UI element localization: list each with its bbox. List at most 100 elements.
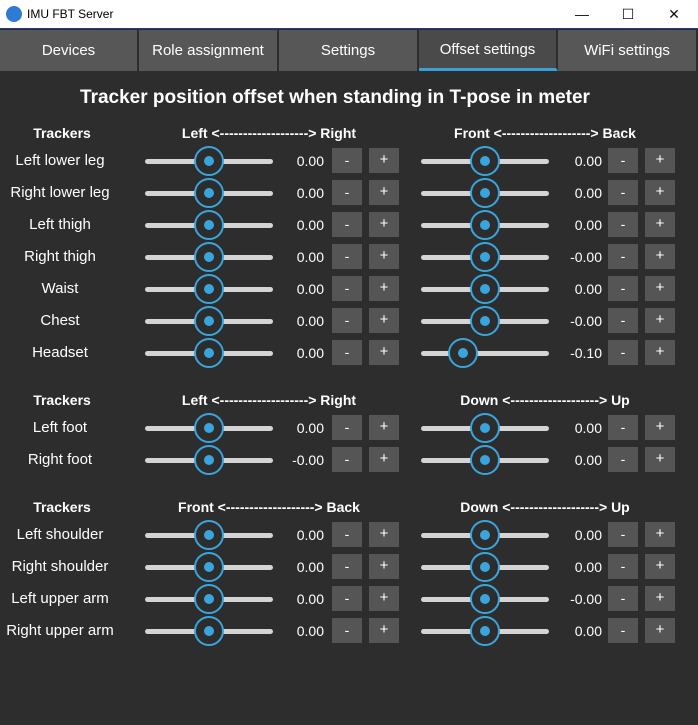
decrement-button[interactable]: - [608,586,638,611]
decrement-button[interactable]: - [332,308,362,333]
increment-button[interactable]: + [369,522,399,547]
increment-button[interactable]: + [645,244,675,269]
decrement-button[interactable]: - [332,148,362,173]
increment-button[interactable]: + [645,554,675,579]
offset-slider[interactable] [421,445,549,475]
offset-slider[interactable] [421,146,549,176]
decrement-button[interactable]: - [332,522,362,547]
increment-button[interactable]: + [369,212,399,237]
slider-thumb[interactable] [194,584,224,614]
slider-thumb[interactable] [194,242,224,272]
slider-thumb[interactable] [194,338,224,368]
decrement-button[interactable]: - [332,276,362,301]
increment-button[interactable]: + [645,586,675,611]
increment-button[interactable]: + [369,618,399,643]
offset-slider[interactable] [145,552,273,582]
offset-slider[interactable] [421,413,549,443]
increment-button[interactable]: + [369,244,399,269]
increment-button[interactable]: + [645,618,675,643]
increment-button[interactable]: + [645,308,675,333]
slider-thumb[interactable] [470,242,500,272]
offset-slider[interactable] [145,274,273,304]
offset-slider[interactable] [421,552,549,582]
decrement-button[interactable]: - [608,276,638,301]
slider-thumb[interactable] [470,552,500,582]
decrement-button[interactable]: - [332,447,362,472]
slider-thumb[interactable] [194,413,224,443]
offset-slider[interactable] [421,520,549,550]
maximize-button[interactable]: ☐ [605,0,651,28]
offset-slider[interactable] [421,338,549,368]
slider-thumb[interactable] [194,178,224,208]
decrement-button[interactable]: - [332,586,362,611]
tab-role-assignment[interactable]: Role assignment [139,30,279,71]
offset-slider[interactable] [145,445,273,475]
decrement-button[interactable]: - [608,618,638,643]
offset-slider[interactable] [145,413,273,443]
increment-button[interactable]: + [369,447,399,472]
slider-thumb[interactable] [194,210,224,240]
offset-slider[interactable] [145,146,273,176]
offset-slider[interactable] [421,616,549,646]
offset-slider[interactable] [421,210,549,240]
increment-button[interactable]: + [369,148,399,173]
slider-thumb[interactable] [470,210,500,240]
increment-button[interactable]: + [645,276,675,301]
decrement-button[interactable]: - [332,244,362,269]
decrement-button[interactable]: - [332,554,362,579]
slider-thumb[interactable] [194,552,224,582]
decrement-button[interactable]: - [608,447,638,472]
offset-slider[interactable] [421,584,549,614]
tab-settings[interactable]: Settings [279,30,419,71]
increment-button[interactable]: + [369,180,399,205]
increment-button[interactable]: + [645,180,675,205]
slider-thumb[interactable] [194,445,224,475]
increment-button[interactable]: + [645,148,675,173]
slider-thumb[interactable] [194,306,224,336]
slider-thumb[interactable] [470,520,500,550]
slider-thumb[interactable] [448,338,479,368]
offset-slider[interactable] [145,520,273,550]
close-button[interactable]: ✕ [651,0,697,28]
decrement-button[interactable]: - [608,308,638,333]
slider-thumb[interactable] [470,413,500,443]
slider-thumb[interactable] [470,584,500,614]
offset-slider[interactable] [421,242,549,272]
increment-button[interactable]: + [645,522,675,547]
decrement-button[interactable]: - [332,618,362,643]
tab-devices[interactable]: Devices [0,30,139,71]
decrement-button[interactable]: - [332,415,362,440]
offset-slider[interactable] [145,338,273,368]
increment-button[interactable]: + [369,276,399,301]
tab-wifi-settings[interactable]: WiFi settings [558,30,698,71]
increment-button[interactable]: + [369,308,399,333]
minimize-button[interactable]: — [559,0,605,28]
decrement-button[interactable]: - [332,212,362,237]
slider-thumb[interactable] [194,146,224,176]
slider-thumb[interactable] [470,146,500,176]
decrement-button[interactable]: - [608,148,638,173]
decrement-button[interactable]: - [332,340,362,365]
offset-slider[interactable] [145,616,273,646]
decrement-button[interactable]: - [608,180,638,205]
slider-thumb[interactable] [470,274,500,304]
slider-thumb[interactable] [194,520,224,550]
slider-thumb[interactable] [470,306,500,336]
slider-thumb[interactable] [470,616,500,646]
increment-button[interactable]: + [369,340,399,365]
offset-slider[interactable] [145,242,273,272]
increment-button[interactable]: + [645,212,675,237]
scrollbar[interactable] [686,73,698,725]
offset-slider[interactable] [421,274,549,304]
offset-slider[interactable] [145,306,273,336]
increment-button[interactable]: + [369,554,399,579]
increment-button[interactable]: + [369,586,399,611]
decrement-button[interactable]: - [608,554,638,579]
offset-slider[interactable] [421,306,549,336]
decrement-button[interactable]: - [332,180,362,205]
decrement-button[interactable]: - [608,415,638,440]
slider-thumb[interactable] [470,178,500,208]
offset-slider[interactable] [145,584,273,614]
increment-button[interactable]: + [645,415,675,440]
increment-button[interactable]: + [645,340,675,365]
